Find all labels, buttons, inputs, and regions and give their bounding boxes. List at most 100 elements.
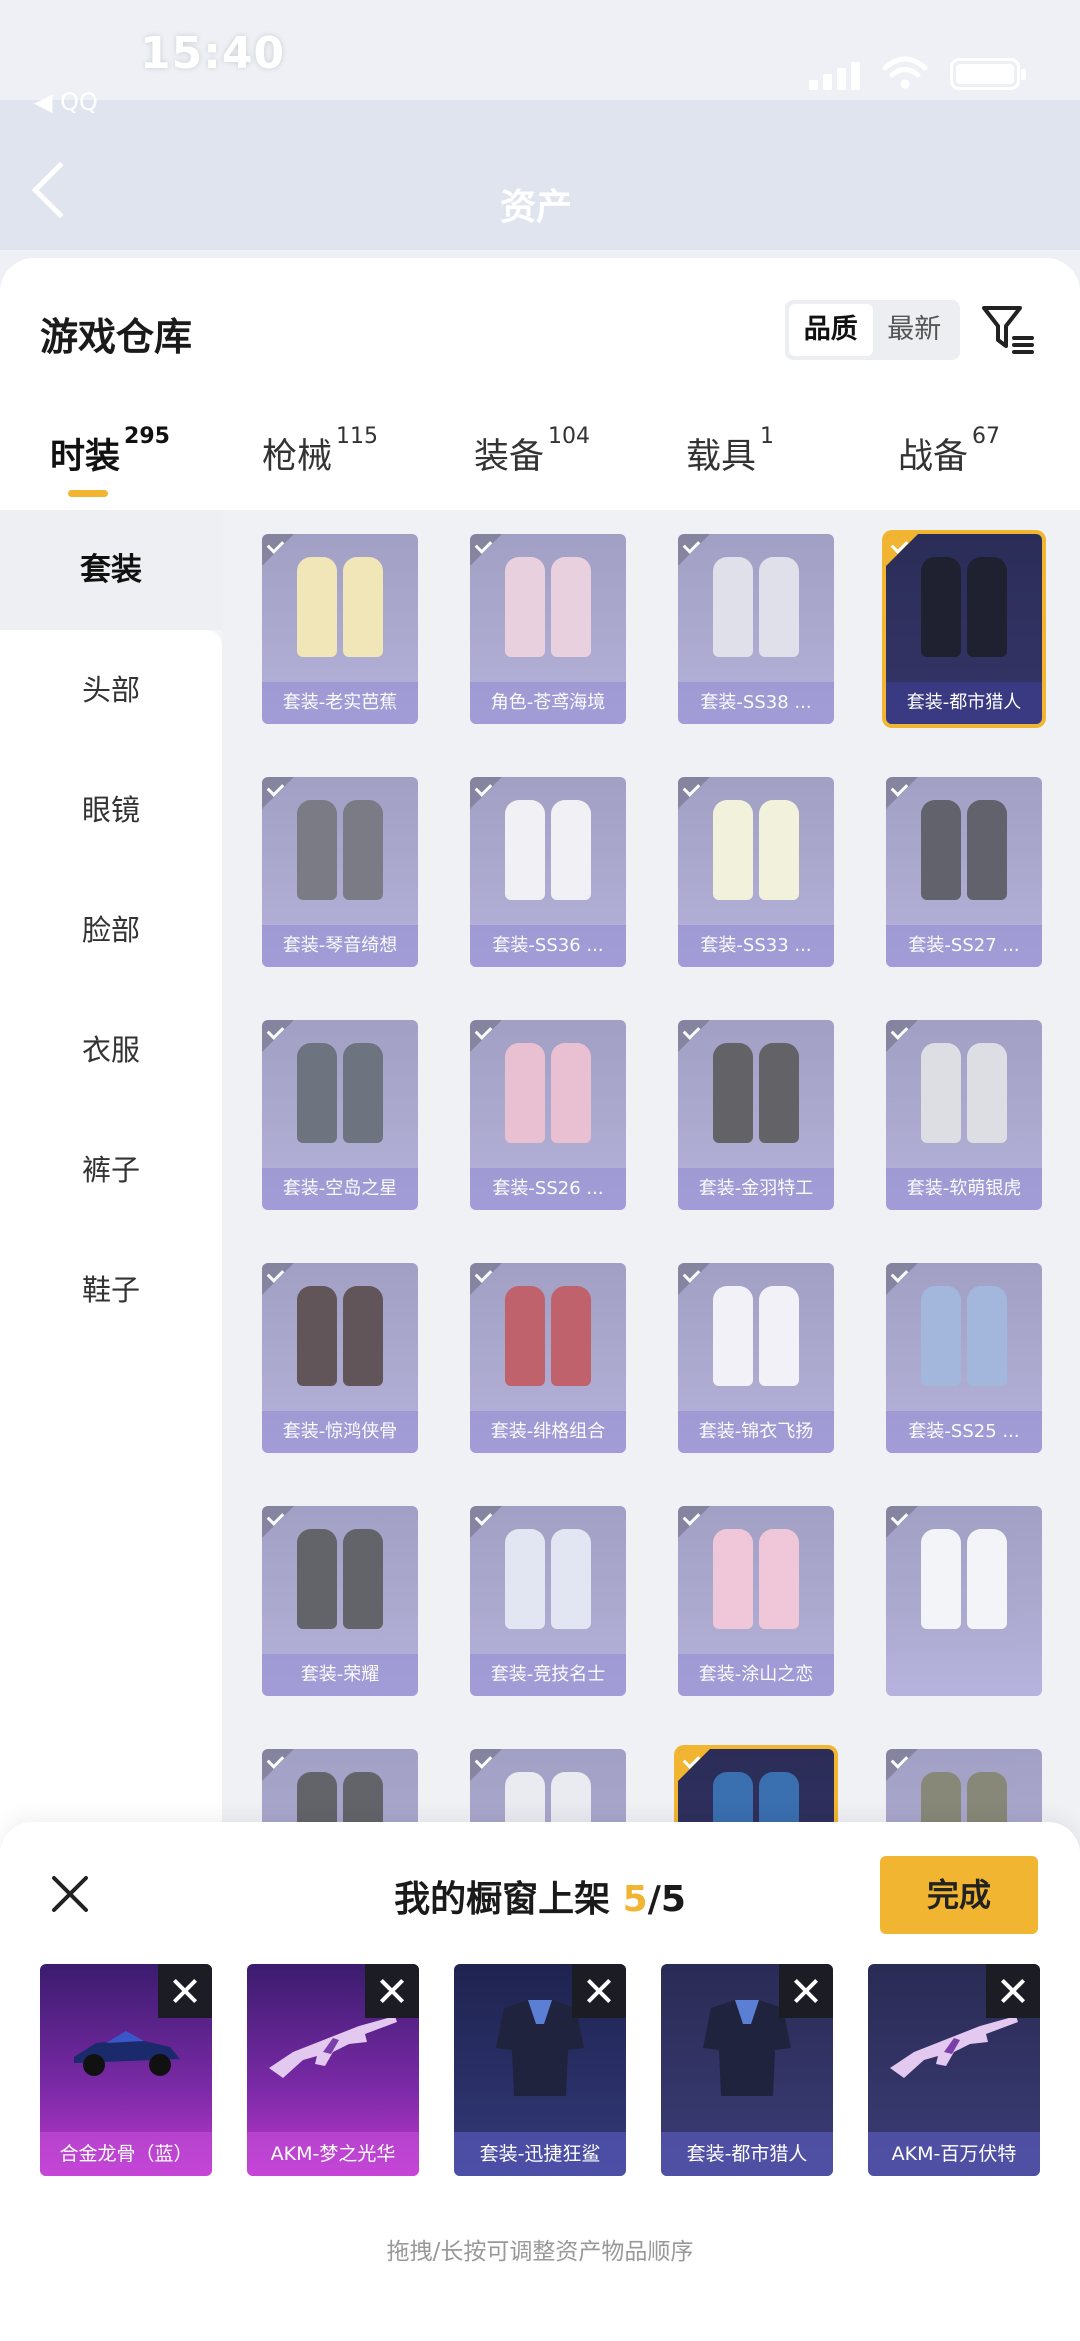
outfit-card[interactable]: 套装-涂山之恋 bbox=[678, 1506, 834, 1696]
back-to-app-link[interactable]: ◀ QQ bbox=[34, 88, 98, 116]
remove-icon[interactable] bbox=[779, 1964, 833, 2018]
outfit-figure bbox=[551, 1528, 591, 1629]
status-icons bbox=[809, 56, 1026, 90]
outfit-card[interactable] bbox=[886, 1506, 1042, 1696]
signal-icon bbox=[809, 62, 860, 90]
outfit-label: 套装-SS38 ... bbox=[678, 682, 834, 724]
outfit-figure bbox=[551, 1042, 591, 1143]
status-time: 15:40 bbox=[140, 28, 286, 79]
outfit-card[interactable]: 套装-荣耀 bbox=[262, 1506, 418, 1696]
outfit-card[interactable]: 角色-苍鸢海境 bbox=[470, 534, 626, 724]
check-icon bbox=[262, 1749, 294, 1781]
outfit-figure bbox=[713, 1528, 753, 1629]
tab-count: 67 bbox=[972, 424, 1001, 449]
outfit-card[interactable]: 套装-SS27 ... bbox=[886, 777, 1042, 967]
outfit-figure bbox=[759, 1285, 799, 1386]
check-icon bbox=[678, 1020, 710, 1052]
outfit-label: 套装-涂山之恋 bbox=[678, 1654, 834, 1696]
sidebar-item-shoes[interactable]: 鞋子 bbox=[0, 1230, 222, 1350]
tab-count: 104 bbox=[548, 424, 591, 449]
warehouse-title: 游戏仓库 bbox=[40, 315, 193, 359]
check-icon bbox=[678, 534, 710, 566]
outfit-figure bbox=[967, 1285, 1007, 1386]
tab-label: 装备 bbox=[474, 437, 545, 477]
outfit-card[interactable]: 套装-琴音绮想 bbox=[262, 777, 418, 967]
remove-icon[interactable] bbox=[158, 1964, 212, 2018]
remove-icon[interactable] bbox=[572, 1964, 626, 2018]
outfit-label: 套装-空岛之星 bbox=[262, 1168, 418, 1210]
outfit-label: 角色-苍鸢海境 bbox=[470, 682, 626, 724]
outfit-figure bbox=[343, 1042, 383, 1143]
done-button[interactable]: 完成 bbox=[880, 1856, 1038, 1934]
showcase-item[interactable]: AKM-百万伏特 bbox=[868, 1964, 1040, 2176]
outfit-card[interactable]: 套装-惊鸿侠骨 bbox=[262, 1263, 418, 1453]
outfit-figure bbox=[921, 556, 961, 657]
showcase-item-label: 套装-迅捷狂鲨 bbox=[454, 2132, 626, 2176]
check-icon bbox=[470, 1749, 502, 1781]
remove-icon[interactable] bbox=[986, 1964, 1040, 2018]
outfit-label: 套装-SS26 ... bbox=[470, 1168, 626, 1210]
outfit-figure bbox=[921, 1528, 961, 1629]
outfit-card[interactable]: 套装-金羽特工 bbox=[678, 1020, 834, 1210]
check-icon bbox=[886, 1749, 918, 1781]
outfit-card[interactable]: 套装-SS36 ... bbox=[470, 777, 626, 967]
outfit-card[interactable]: 套装-SS25 ... bbox=[886, 1263, 1042, 1453]
tab-label: 时装 bbox=[50, 437, 121, 477]
sidebar-item-pants[interactable]: 裤子 bbox=[0, 1110, 222, 1230]
back-app-label: QQ bbox=[60, 88, 98, 116]
outfit-label: 套装-琴音绮想 bbox=[262, 925, 418, 967]
outfit-card[interactable]: 套装-竞技名士 bbox=[470, 1506, 626, 1696]
outfit-label: 套装-绯格组合 bbox=[470, 1411, 626, 1453]
outfit-figure bbox=[343, 799, 383, 900]
outfit-figure bbox=[505, 1042, 545, 1143]
showcase-item[interactable]: AKM-梦之光华 bbox=[247, 1964, 419, 2176]
tab-equipment[interactable]: 装备104 bbox=[474, 424, 590, 479]
outfit-card[interactable]: 套装-SS26 ... bbox=[470, 1020, 626, 1210]
showcase-item[interactable]: 套装-迅捷狂鲨 bbox=[454, 1964, 626, 2176]
sort-newest-option[interactable]: 最新 bbox=[873, 304, 957, 356]
outfit-figure bbox=[967, 1528, 1007, 1629]
outfit-card[interactable]: 套装-SS38 ... bbox=[678, 534, 834, 724]
tab-vehicles[interactable]: 载具1 bbox=[686, 424, 774, 479]
check-icon bbox=[886, 1020, 918, 1052]
outfit-figure bbox=[713, 556, 753, 657]
check-icon bbox=[678, 1749, 710, 1781]
outfit-figure bbox=[921, 1285, 961, 1386]
outfit-card[interactable]: 套装-都市猎人 bbox=[886, 534, 1042, 724]
check-icon bbox=[262, 1020, 294, 1052]
sidebar-item-clothes[interactable]: 衣服 bbox=[0, 990, 222, 1110]
outfit-figure bbox=[297, 1042, 337, 1143]
sort-quality-option[interactable]: 品质 bbox=[789, 304, 873, 356]
sidebar-item-face[interactable]: 脸部 bbox=[0, 870, 222, 990]
check-icon bbox=[262, 534, 294, 566]
outfit-label: 套装-惊鸿侠骨 bbox=[262, 1411, 418, 1453]
showcase-item-label: AKM-百万伏特 bbox=[868, 2132, 1040, 2176]
tab-gear[interactable]: 战备67 bbox=[898, 424, 1000, 479]
outfit-card[interactable]: 套装-锦衣飞扬 bbox=[678, 1263, 834, 1453]
showcase-item[interactable]: 合金龙骨（蓝） bbox=[40, 1964, 212, 2176]
outfit-card[interactable]: 套装-SS33 ... bbox=[678, 777, 834, 967]
outfit-figure bbox=[505, 1528, 545, 1629]
sidebar-item-head[interactable]: 头部 bbox=[0, 630, 222, 750]
outfit-card[interactable]: 套装-绯格组合 bbox=[470, 1263, 626, 1453]
sidebar-item-suits[interactable]: 套装 bbox=[0, 510, 222, 630]
outfit-card[interactable]: 套装-老实芭蕉 bbox=[262, 534, 418, 724]
sidebar-item-glasses[interactable]: 眼镜 bbox=[0, 750, 222, 870]
tab-label: 战备 bbox=[898, 437, 969, 477]
outfit-label: 套装-锦衣飞扬 bbox=[678, 1411, 834, 1453]
outfit-figure bbox=[967, 556, 1007, 657]
outfit-figure bbox=[297, 799, 337, 900]
outfit-card[interactable]: 套装-软萌银虎 bbox=[886, 1020, 1042, 1210]
tab-guns[interactable]: 枪械115 bbox=[262, 424, 378, 479]
showcase-item-label: AKM-梦之光华 bbox=[247, 2132, 419, 2176]
tab-fashion[interactable]: 时装295 bbox=[50, 424, 170, 497]
filter-list-icon[interactable] bbox=[980, 302, 1036, 358]
showcase-item[interactable]: 套装-都市猎人 bbox=[661, 1964, 833, 2176]
outfit-figure bbox=[297, 1528, 337, 1629]
remove-icon[interactable] bbox=[365, 1964, 419, 2018]
outfit-card[interactable]: 套装-空岛之星 bbox=[262, 1020, 418, 1210]
check-icon bbox=[262, 1506, 294, 1538]
check-icon bbox=[678, 1263, 710, 1295]
showcase-item-label: 合金龙骨（蓝） bbox=[40, 2132, 212, 2176]
outfit-figure bbox=[713, 799, 753, 900]
